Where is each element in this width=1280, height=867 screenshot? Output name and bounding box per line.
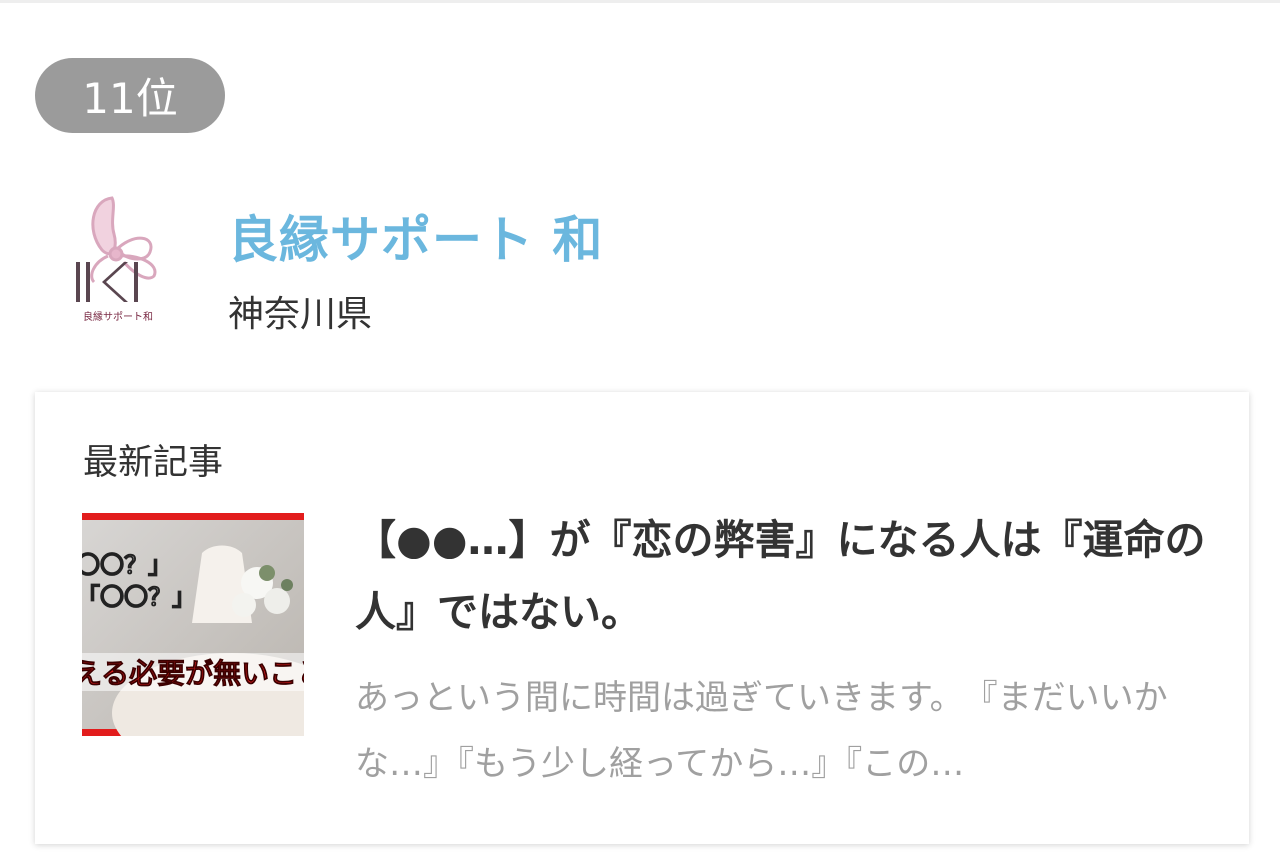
article-excerpt: あっという間に時間は過ぎていきます。 『まだいいかな…』『もう少し経ってから…』…: [355, 678, 1168, 784]
shop-name-link[interactable]: 良縁サポート 和: [228, 200, 603, 272]
rank-label: 11位: [82, 74, 178, 123]
thumb-text-2: 「〇〇？」: [82, 583, 196, 611]
shop-prefecture: 神奈川県: [228, 294, 373, 335]
article-thumbnail-image: 〇〇？」 「〇〇？」 える必要が無いこと: [82, 513, 304, 736]
rank-badge: 11位: [35, 58, 225, 133]
shop-logo[interactable]: 良縁サポート和: [72, 190, 164, 330]
article-title-link[interactable]: 【●●…】が『恋の弊害』になる人は『運命の人』ではない。: [355, 504, 1215, 648]
top-divider: [0, 0, 1280, 3]
latest-article-card[interactable]: 最新記事 〇〇？」 「〇〇？」 える必要が無いこ 【●●…】が『恋の弊害』になる…: [35, 392, 1249, 844]
thumb-text-1: 〇〇？」: [82, 551, 172, 579]
shop-logo-image: 良縁サポート和: [76, 196, 157, 323]
section-title: 最新記事: [83, 443, 224, 483]
article-thumbnail[interactable]: 〇〇？」 「〇〇？」 える必要が無いこと: [82, 513, 304, 736]
logo-text: 良縁サポート和: [83, 310, 153, 323]
thumb-text-3: える必要が無いこと: [82, 657, 304, 690]
